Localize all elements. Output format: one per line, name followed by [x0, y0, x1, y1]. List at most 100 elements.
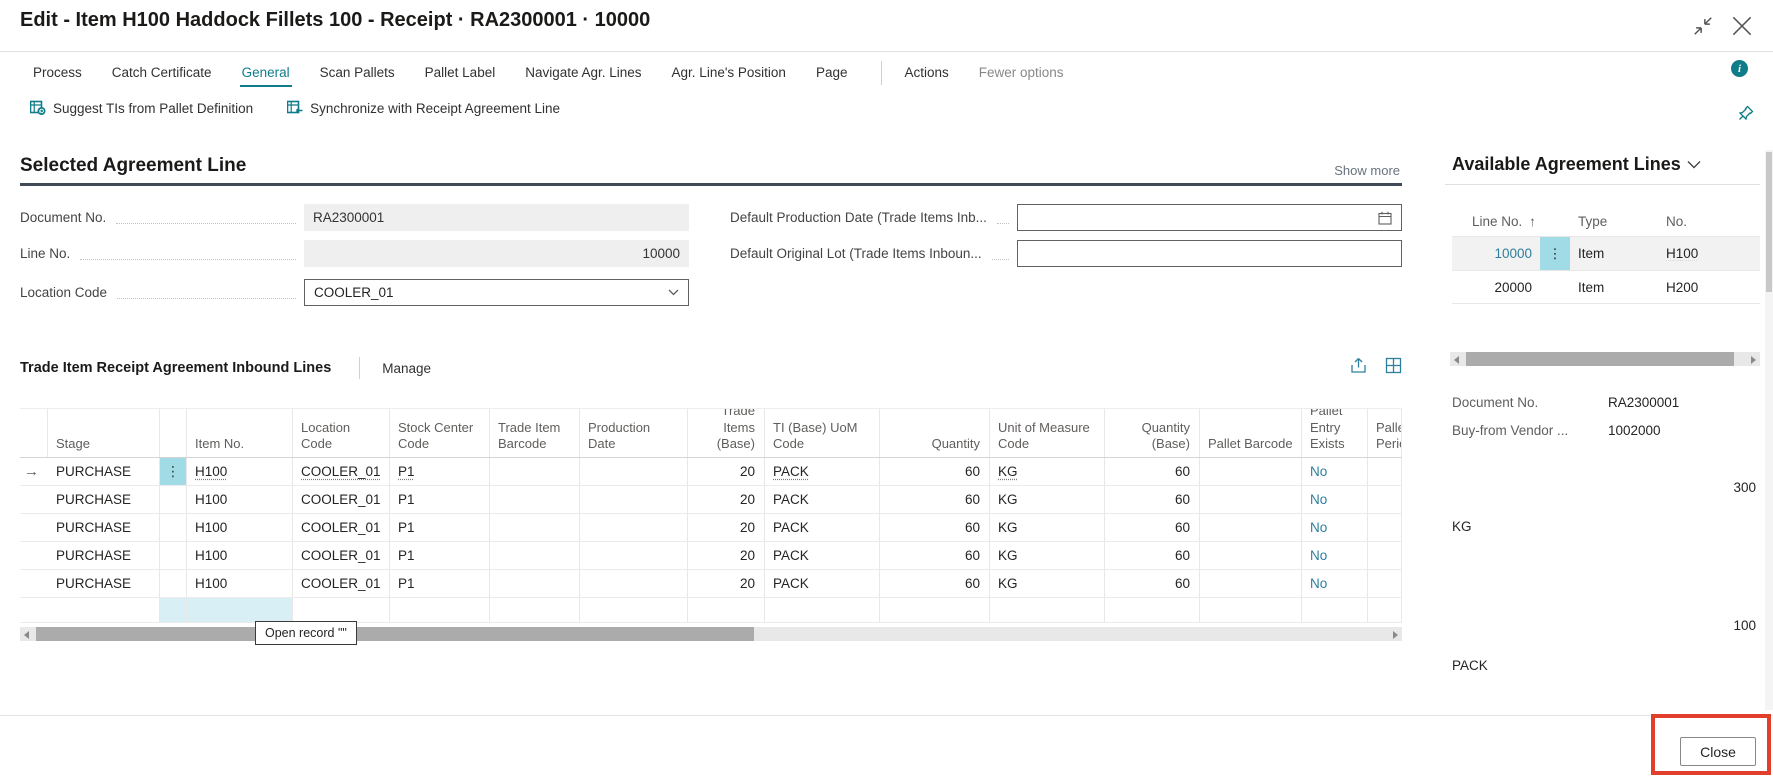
cell-item-no[interactable]: H100 — [187, 570, 293, 597]
cell-location-code[interactable]: COOLER_01 — [293, 486, 390, 513]
column-header-trade-item-barcode[interactable]: Trade Item Barcode — [490, 409, 580, 457]
column-header-quantity[interactable]: Quantity — [880, 409, 990, 457]
empty-cell[interactable] — [187, 598, 293, 622]
cell-unit-of-measure-code[interactable]: KG — [990, 458, 1105, 485]
cell-item-no[interactable]: H100 — [187, 486, 293, 513]
panel-cell-no[interactable]: H200 — [1658, 280, 1758, 295]
cell-trade-items-base[interactable]: 20 — [688, 486, 765, 513]
cell-location-code[interactable]: COOLER_01 — [293, 458, 390, 485]
cell-production-date[interactable] — [580, 570, 688, 597]
panel-col-no[interactable]: No. — [1658, 214, 1758, 229]
cell-pallet-entry-exists[interactable]: No — [1302, 542, 1368, 569]
cell-trade-items-base[interactable]: 20 — [688, 570, 765, 597]
cell-location-code[interactable]: COOLER_01 — [293, 514, 390, 541]
panel-cell-line_no[interactable]: 10000 — [1452, 246, 1540, 261]
cell-ti-base-uom-code[interactable]: PACK — [765, 486, 880, 513]
default-production-date-input[interactable] — [1017, 204, 1402, 231]
cell-trade-item-barcode[interactable] — [490, 542, 580, 569]
pin-icon[interactable] — [1737, 104, 1755, 122]
empty-cell[interactable] — [1368, 598, 1402, 622]
scroll-left-arrow[interactable] — [20, 627, 34, 641]
cell-unit-of-measure-code[interactable]: KG — [990, 570, 1105, 597]
cell-pallet-entry-exists[interactable]: No — [1302, 486, 1368, 513]
menu-item-agr-line-s-position[interactable]: Agr. Line's Position — [670, 60, 788, 87]
menu-item-scan-pallets[interactable]: Scan Pallets — [318, 60, 397, 87]
cell-pallet-period[interactable] — [1368, 514, 1402, 541]
empty-cell[interactable] — [1200, 598, 1302, 622]
scrollbar-thumb[interactable] — [36, 627, 754, 641]
column-header-ti-base-uom-code[interactable]: TI (Base) UoM Code — [765, 409, 880, 457]
panel-cell-line_no[interactable]: 20000 — [1452, 280, 1540, 295]
panel-horizontal-scrollbar[interactable] — [1450, 352, 1760, 366]
cell-quantity[interactable]: 60 — [880, 514, 990, 541]
menu-item-catch-certificate[interactable]: Catch Certificate — [110, 60, 214, 87]
cell-pallet-entry-exists[interactable]: No — [1302, 458, 1368, 485]
menu-item-pallet-label[interactable]: Pallet Label — [423, 60, 498, 87]
cell-production-date[interactable] — [580, 542, 688, 569]
column-header-production-date[interactable]: Production Date — [580, 409, 688, 457]
cell-ti-base-uom-code[interactable]: PACK — [765, 542, 880, 569]
cell-unit-of-measure-code[interactable]: KG — [990, 486, 1105, 513]
collapse-window-icon[interactable] — [1692, 15, 1714, 37]
panel-col-type[interactable]: Type — [1570, 214, 1658, 229]
empty-cell[interactable] — [20, 598, 48, 622]
cell-production-date[interactable] — [580, 514, 688, 541]
open-in-excel-icon[interactable] — [1385, 357, 1402, 374]
cell-pallet-period[interactable] — [1368, 542, 1402, 569]
cell-stage[interactable]: PURCHASE — [48, 514, 160, 541]
cell-stock-center-code[interactable]: P1 — [390, 570, 490, 597]
cell-pallet-period[interactable] — [1368, 486, 1402, 513]
cell-quantity-base[interactable]: 60 — [1105, 514, 1200, 541]
panel-title-row[interactable]: Available Agreement Lines — [1452, 154, 1701, 175]
empty-cell[interactable] — [48, 598, 160, 622]
cell-quantity-base[interactable]: 60 — [1105, 486, 1200, 513]
close-button[interactable]: Close — [1680, 737, 1756, 766]
cell-stock-center-code[interactable]: P1 — [390, 514, 490, 541]
line-no-input[interactable]: 10000 — [304, 240, 689, 267]
empty-cell[interactable] — [580, 598, 688, 622]
row-options-icon[interactable]: ⋮ — [160, 458, 187, 485]
cell-pallet-barcode[interactable] — [1200, 570, 1302, 597]
row-options-icon[interactable] — [160, 542, 187, 569]
cell-location-code[interactable]: COOLER_01 — [293, 570, 390, 597]
table-horizontal-scrollbar[interactable] — [20, 627, 1402, 641]
panel-table-row[interactable]: 20000ItemH200 — [1452, 270, 1760, 304]
column-header-pallet-period[interactable]: Pallet Period — [1368, 409, 1402, 457]
cell-stage[interactable]: PURCHASE — [48, 458, 160, 485]
scroll-left-arrow[interactable] — [1450, 352, 1464, 366]
column-header-trade-items-base[interactable]: Trade Items (Base) — [688, 409, 765, 457]
empty-cell[interactable] — [1302, 598, 1368, 622]
cell-stage[interactable]: PURCHASE — [48, 570, 160, 597]
cell-stock-center-code[interactable]: P1 — [390, 458, 490, 485]
panel-cell-type[interactable]: Item — [1570, 246, 1658, 261]
cell-trade-item-barcode[interactable] — [490, 486, 580, 513]
panel-col-line-no[interactable]: Line No. ↑ — [1452, 214, 1540, 229]
row-options-icon[interactable]: ⋮ — [1540, 237, 1570, 270]
menu-item-process[interactable]: Process — [31, 60, 84, 87]
row-options-icon[interactable] — [160, 514, 187, 541]
show-more-link[interactable]: Show more — [1334, 163, 1400, 178]
cell-pallet-entry-exists[interactable]: No — [1302, 514, 1368, 541]
cell-quantity-base[interactable]: 60 — [1105, 458, 1200, 485]
cell-pallet-period[interactable] — [1368, 458, 1402, 485]
cell-stock-center-code[interactable]: P1 — [390, 486, 490, 513]
row-options-icon[interactable] — [1540, 271, 1570, 303]
menu-item-navigate-agr-lines[interactable]: Navigate Agr. Lines — [523, 60, 643, 87]
column-header-unit-of-measure-code[interactable]: Unit of Measure Code — [990, 409, 1105, 457]
cell-quantity[interactable]: 60 — [880, 570, 990, 597]
cell-pallet-barcode[interactable] — [1200, 542, 1302, 569]
info-icon[interactable]: i — [1731, 60, 1748, 77]
cell-pallet-period[interactable] — [1368, 570, 1402, 597]
cell-pallet-barcode[interactable] — [1200, 486, 1302, 513]
panel-chevron-down-icon[interactable] — [1687, 160, 1701, 169]
menu-item-actions[interactable]: Actions — [902, 60, 950, 87]
row-options-icon[interactable] — [160, 486, 187, 513]
manage-menu[interactable]: Manage — [382, 361, 431, 376]
cell-pallet-barcode[interactable] — [1200, 514, 1302, 541]
empty-cell[interactable] — [765, 598, 880, 622]
menu-item-page[interactable]: Page — [814, 60, 850, 87]
cell-unit-of-measure-code[interactable]: KG — [990, 514, 1105, 541]
scroll-right-arrow[interactable] — [1388, 627, 1402, 641]
empty-cell[interactable] — [390, 598, 490, 622]
default-original-lot-input[interactable] — [1017, 240, 1402, 267]
